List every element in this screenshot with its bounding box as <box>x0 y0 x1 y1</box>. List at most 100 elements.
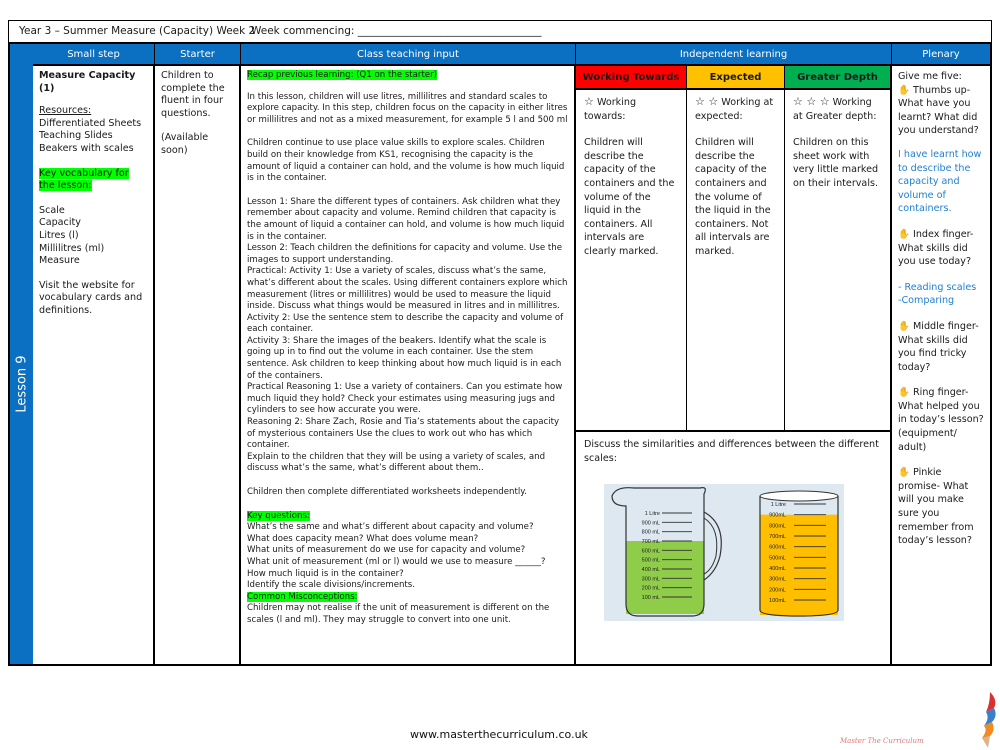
scale-label: 300 mL <box>642 576 660 582</box>
level-working-towards: ☆ Working towards: Children will describ… <box>576 90 687 430</box>
level-header-expected: Expected <box>687 66 785 90</box>
level-header-greater-depth: Greater Depth <box>785 66 892 90</box>
scale-label: 700 mL <box>642 539 660 545</box>
scale-label: 200 mL <box>642 586 660 592</box>
teaching-step: Explain to the children that they will b… <box>247 451 546 474</box>
star-icon: ☆ <box>584 95 594 108</box>
document-title: Year 3 – Summer Measure (Capacity) Week … <box>19 25 256 37</box>
level-header-working-towards: Working Towards <box>576 66 687 90</box>
plenary-thumb: Thumbs up- What have you learnt? What di… <box>898 84 979 137</box>
vocab-item: Measure <box>39 255 80 267</box>
jug-handle-inner <box>703 517 718 575</box>
misconceptions-label: Common Misconceptions: <box>247 591 358 602</box>
key-question: What unit of measurement (ml or l) would… <box>247 556 546 567</box>
starter-column: Children to complete the fluent in four … <box>155 66 241 664</box>
scale-label: 800 mL <box>642 530 660 536</box>
plenary-index-answer: - Reading scales <box>898 281 977 293</box>
teaching-step: Lesson 2: Teach children the definitions… <box>247 243 563 265</box>
key-question: How much liquid is in the container? <box>247 568 404 579</box>
master-the-curriculum-logo: Master The Curriculum <box>840 690 1000 750</box>
scale-label: 100 mL <box>642 595 660 601</box>
logo-text: Master The Curriculum <box>840 737 924 745</box>
teaching-step: Reasoning 2: Share Zach, Rosie and Tia’s… <box>247 417 560 451</box>
level-text: Children on this sheet work with very li… <box>793 137 879 189</box>
plenary-ring: Ring finger- What helped you in today’s … <box>898 387 984 453</box>
resource-item: Differentiated Sheets <box>39 117 142 129</box>
hand-icon: ✋ <box>898 228 910 240</box>
header-independent: Independent learning <box>576 44 892 66</box>
resource-item: Teaching Slides <box>39 130 113 142</box>
measuring-jug: 1 Litre 900 mL 800 mL 700 mL 600 mL 500 mL 400… <box>611 487 722 617</box>
header-starter: Starter <box>155 44 241 66</box>
scale-label: 900 mL <box>642 520 660 526</box>
scale-label: 1 Litre <box>645 511 660 517</box>
level-text: Children will describe the capacity of t… <box>584 137 675 257</box>
hand-icon: ✋ <box>898 320 910 332</box>
hand-icon: ✋ <box>898 84 910 96</box>
star-icon: ☆ ☆ ☆ <box>793 95 830 108</box>
plenary-column: Give me five: ✋ Thumbs up- What have you… <box>892 66 990 664</box>
lesson-label: Lesson 9 <box>14 355 29 413</box>
scale-label: 400 mL <box>642 567 660 573</box>
teaching-step: Practical Reasoning 1: Use a variety of … <box>247 382 563 416</box>
small-step-title: Measure Capacity (1) <box>39 70 136 94</box>
level-text: Children will describe the capacity of t… <box>695 137 771 257</box>
lesson-plan-table: Lesson 9 Small step Starter Class teachi… <box>8 42 992 666</box>
recap-label: Recap previous learning: (Q1 on the star… <box>247 70 437 80</box>
level-greater-depth: ☆ ☆ ☆ Working at Greater depth: Children… <box>785 90 892 430</box>
scale-label: 1 Litre <box>771 502 786 508</box>
scale-label: 200mL <box>769 587 786 593</box>
teaching-step: Practical: Activity 1: Use a variety of … <box>247 266 568 312</box>
star-icon: ☆ ☆ <box>695 95 719 108</box>
scale-label: 800mL <box>769 523 786 529</box>
plenary-middle: Middle finger- What skills did you find … <box>898 320 979 373</box>
jug-handle <box>703 511 722 581</box>
hand-icon: ✋ <box>898 387 910 399</box>
resources-label: Resources: <box>39 105 92 117</box>
website-link[interactable]: www.masterthecurriculum.co.uk <box>410 728 588 741</box>
plenary-index-answer: -Comparing <box>898 295 955 307</box>
resource-item: Beakers with scales <box>39 142 134 154</box>
scale-label: 500 mL <box>642 558 660 564</box>
beakers-illustration: 1 Litre 900 mL 800 mL 700 mL 600 mL 500 mL 400… <box>611 487 839 617</box>
level-expected: ☆ ☆ Working at expected: Children will d… <box>687 90 785 430</box>
website-note: Visit the website for vocabulary cards a… <box>39 279 143 316</box>
document-title-bar: Year 3 – Summer Measure (Capacity) Week … <box>8 20 992 42</box>
key-questions-label: Key questions: <box>247 510 310 521</box>
vocab-item: Scale <box>39 204 65 216</box>
header-class-teaching: Class teaching input <box>241 44 576 66</box>
key-question: What’s the same and what’s different abo… <box>247 522 534 533</box>
key-question: Identify the scale divisions/increments. <box>247 580 416 591</box>
vocab-item: Litres (l) <box>39 229 79 241</box>
vocab-label: Key vocabulary for the lesson: <box>39 167 129 192</box>
key-question: What units of measurement do we use for … <box>247 545 526 556</box>
vocab-item: Millilitres (ml) <box>39 242 105 254</box>
lesson-strip: Lesson 9 <box>10 44 33 664</box>
teaching-step: Activity 3: Share the images of the beak… <box>247 335 562 381</box>
measuring-cylinder: 1 Litre 900mL 800mL 700mL 600mL 500mL 400mL 300… <box>759 490 839 617</box>
plenary-thumb-answer: I have learnt how to describe the capaci… <box>898 148 982 215</box>
hand-icon: ✋ <box>898 467 910 479</box>
scale-label: 500mL <box>769 555 786 561</box>
teaching-para-1: In this lesson, children will use litres… <box>247 91 568 125</box>
misconceptions-text: Children may not realise if the unit of … <box>247 603 550 625</box>
discuss-panel: Discuss the similarities and differences… <box>576 430 892 664</box>
jug-liquid <box>626 541 704 614</box>
starter-note: (Available soon) <box>161 132 209 156</box>
vocab-item: Capacity <box>39 217 81 229</box>
worksheets-note: Children then complete differentiated wo… <box>247 487 527 497</box>
key-question: What does capacity mean? What does volum… <box>247 533 479 544</box>
cylinder-rim <box>759 490 839 502</box>
header-small-step: Small step <box>33 44 155 66</box>
scale-label: 300mL <box>769 577 786 583</box>
scale-label: 600 mL <box>642 548 660 554</box>
scale-label: 600mL <box>769 545 786 551</box>
scale-label: 700mL <box>769 534 786 540</box>
week-commencing: Week commencing: _______________________… <box>251 25 542 37</box>
starter-text: Children to complete the fluent in four … <box>161 70 225 119</box>
scale-label: 400mL <box>769 566 786 572</box>
teaching-step: Lesson 1: Share the different types of c… <box>247 196 565 242</box>
plenary-index: Index finger- What skills did you use to… <box>898 228 974 268</box>
header-plenary: Plenary <box>892 44 990 66</box>
discuss-text: Discuss the similarities and differences… <box>584 439 879 464</box>
